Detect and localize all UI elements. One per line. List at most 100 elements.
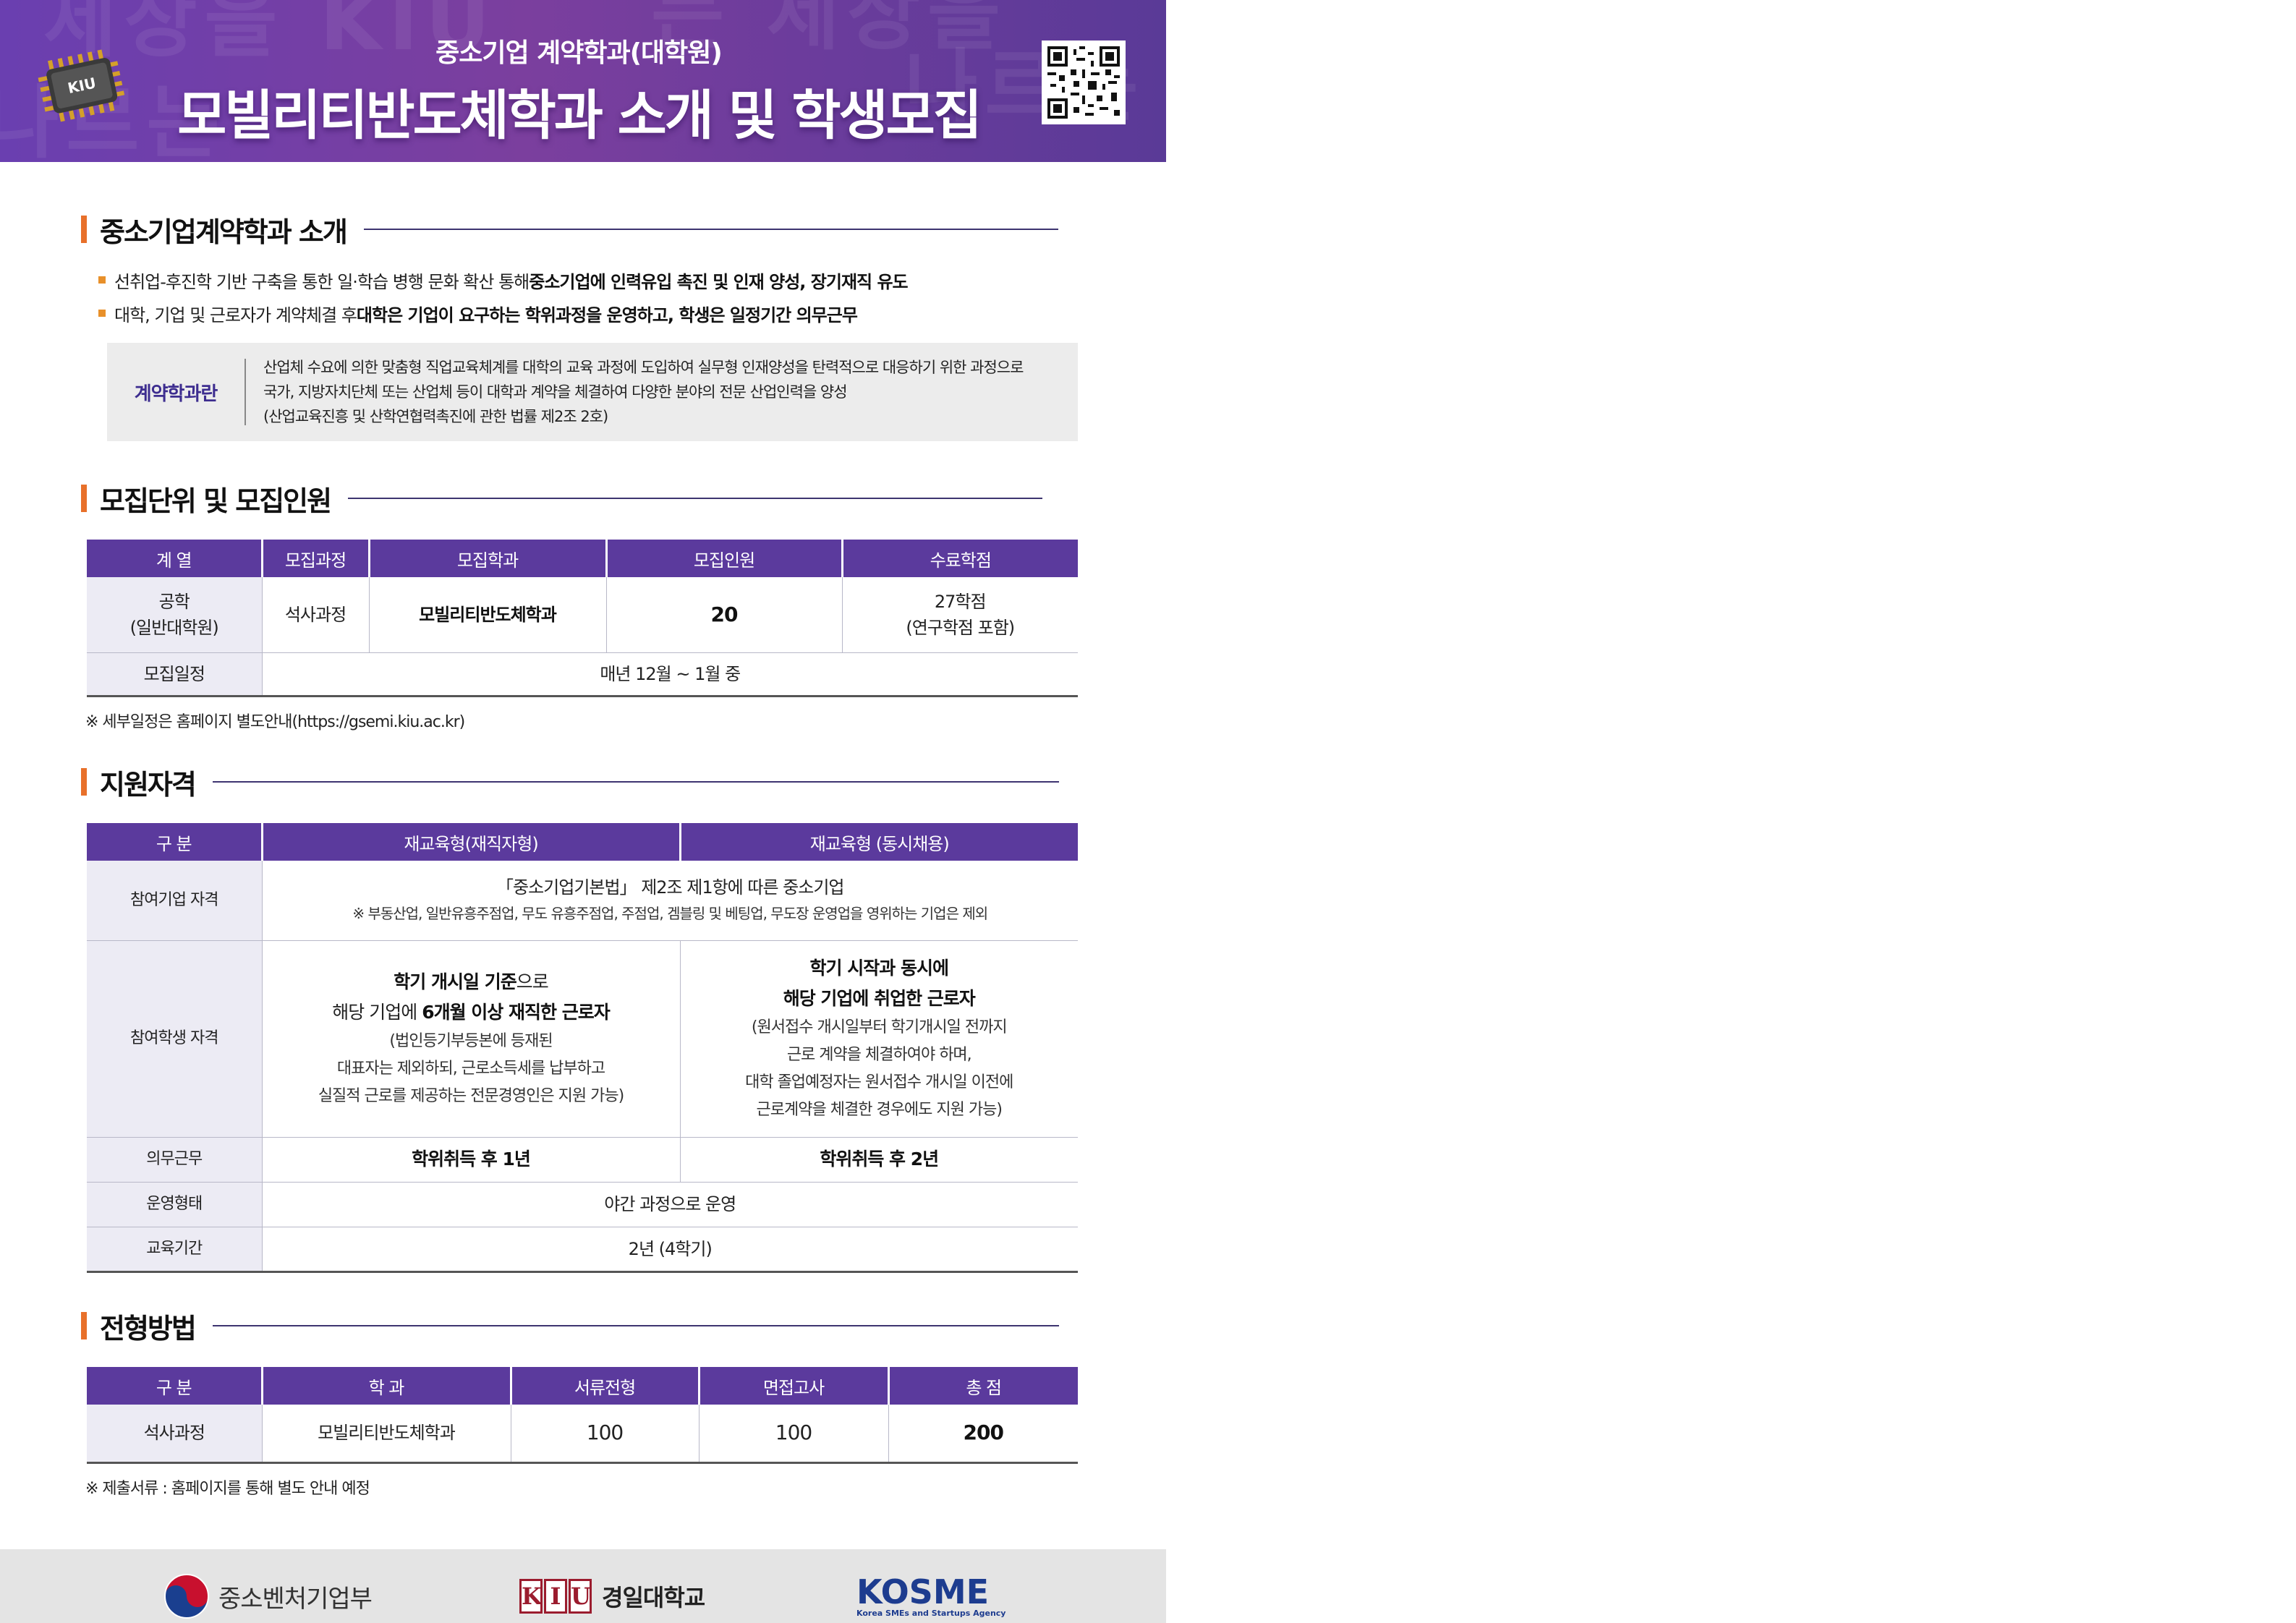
company-main-text: 「중소기업기본법」 제2조 제1항에 따른 중소기업: [496, 877, 844, 898]
operation-value-cell: 야간 과정으로 운영: [262, 1182, 1078, 1227]
definition-line: 산업체 수요에 의한 맞춤형 직업교육체계를 대학의 교육 과정에 도입하여 실…: [263, 359, 1024, 376]
section-accent-bar: [81, 485, 87, 512]
section-heading-recruit: 모집단위 및 모집인원: [81, 480, 1043, 517]
bullet-text-bold: 대학은 기업이 요구하는 학위과정을 운영하고, 학생은 일정기간 의무근무: [356, 304, 858, 325]
section-heading-qualification: 지원자격: [81, 764, 1059, 801]
credits-line: (연구학점 포함): [906, 617, 1015, 638]
table-header-cell: 모집과정: [262, 540, 370, 577]
definition-line: 국가, 지방자치단체 또는 산업체 등이 대학과 계약을 체결하여 다양한 분야…: [263, 383, 848, 401]
field-line: (일반대학원): [129, 617, 219, 638]
student-col1-line: 대표자는 제외하되, 근로소득세를 납부하고: [336, 1060, 605, 1078]
table-header-cell: 수료학점: [842, 540, 1078, 577]
student-col2-line: 근로계약을 체결한 경우에도 지원 가능): [756, 1101, 1003, 1119]
company-value-cell: 「중소기업기본법」 제2조 제1항에 따른 중소기업 ※ 부동산업, 일반유흥주…: [262, 861, 1078, 941]
kosme-wordmark: KOSME Korea SMEs and Startups Agency: [856, 1575, 1005, 1618]
student-col2-line: 해당 기업에 취업한 근로자: [783, 988, 976, 1009]
qualification-table: 구 분 재교육형(재직자형) 재교육형 (동시채용) 참여기업 자격 「중소기업…: [87, 823, 1078, 1273]
bullet-square-icon: [98, 310, 106, 317]
table-row: 공학 (일반대학원) 석사과정 모빌리티반도체학과 20 27학점 (연구학점 …: [87, 577, 1078, 653]
student-col1-line: 실질적 근로를 제공하는 전문경영인은 지원 가능): [318, 1087, 624, 1105]
credits-line: 27학점: [934, 591, 987, 612]
operation-label-cell: 운영형태: [87, 1182, 263, 1227]
kosme-logo: KOSME Korea SMEs and Startups Agency: [856, 1571, 1005, 1622]
recruit-table: 계 열 모집과정 모집학과 모집인원 수료학점 공학 (일반대학원) 석사과정 …: [87, 540, 1078, 697]
definition-line: (산업교육진흥 및 산학연협력촉진에 관한 법률 제2조 2호): [263, 408, 608, 425]
emphasis-text: 6개월 이상 재직한 근로자: [422, 1002, 611, 1023]
emphasis-text: 학기 개시일 기준: [394, 971, 516, 992]
poster: 세상을 KIU 는 세상을 나르는 나르는 KIU 중소기업 계약학과(대학원)…: [0, 0, 1166, 1623]
qr-code-icon: [1047, 46, 1120, 119]
header-banner: 세상을 KIU 는 세상을 나르는 나르는 KIU 중소기업 계약학과(대학원)…: [0, 0, 1166, 162]
student-label-cell: 참여학생 자격: [87, 940, 263, 1138]
schedule-value-cell: 매년 12월 ~ 1월 중: [262, 652, 1078, 697]
bullet-item: 선취업-후진학 기반 구축을 통한 일·학습 병행 문화 확산 통해 중소기업에…: [98, 263, 909, 297]
section-accent-bar: [81, 1312, 87, 1339]
student-col1-cell: 학기 개시일 기준으로 해당 기업에 6개월 이상 재직한 근로자 (법인등기부…: [262, 940, 681, 1138]
duty-col1-cell: 학위취득 후 1년: [262, 1137, 681, 1183]
selection-interview-score-cell: 100: [699, 1405, 889, 1464]
selection-department-cell: 모빌리티반도체학과: [262, 1405, 511, 1464]
section-divider: [348, 498, 1043, 499]
bullet-item: 대학, 기업 및 근로자가 계약체결 후 대학은 기업이 요구하는 학위과정을 …: [98, 297, 908, 330]
section-accent-bar: [81, 768, 87, 796]
table-header-cell: 재교육형(재직자형): [262, 823, 681, 861]
kiu-logo: K I U 경일대학교: [519, 1571, 705, 1622]
kosme-subtitle: Korea SMEs and Startups Agency: [856, 1608, 1006, 1618]
table-row: 운영형태 야간 과정으로 운영: [87, 1182, 1078, 1227]
table-header-cell: 총 점: [888, 1367, 1078, 1405]
ministry-logo: 중소벤처기업부: [163, 1571, 373, 1622]
selection-document-score-cell: 100: [511, 1405, 700, 1464]
recruit-note: ※ 세부일정은 홈페이지 별도안내(https://gsemi.kiu.ac.k…: [85, 713, 465, 731]
table-header-cell: 모집인원: [606, 540, 843, 577]
table-header-cell: 서류전형: [511, 1367, 700, 1405]
field-cell: 공학 (일반대학원): [87, 577, 263, 653]
normal-text: 으로: [516, 971, 549, 992]
header-subtitle: 중소기업 계약학과(대학원): [435, 38, 723, 68]
bullet-text-bold: 중소기업에 인력유입 촉진 및 인재 양성, 장기재직 유도: [529, 271, 908, 292]
selection-total-score-cell: 200: [888, 1405, 1078, 1464]
kiu-letter: U: [569, 1579, 592, 1614]
period-label-cell: 교육기간: [87, 1227, 263, 1273]
selection-course-cell: 석사과정: [87, 1405, 263, 1464]
student-col2-line: 근로 계약을 체결하여야 하며,: [786, 1046, 972, 1064]
table-header-cell: 구 분: [87, 1367, 263, 1405]
bullet-square-icon: [98, 276, 106, 284]
period-value-cell: 2년 (4학기): [262, 1227, 1078, 1273]
field-line: 공학: [158, 591, 190, 612]
credits-cell: 27학점 (연구학점 포함): [842, 577, 1078, 653]
normal-text: 해당 기업에: [332, 1002, 422, 1023]
section-heading-selection: 전형방법: [81, 1308, 1059, 1345]
definition-label: 계약학과란: [134, 383, 218, 405]
table-row: 참여학생 자격 학기 개시일 기준으로 해당 기업에 6개월 이상 재직한 근로…: [87, 940, 1078, 1138]
table-row: 의무근무 학위취득 후 1년 학위취득 후 2년: [87, 1137, 1078, 1183]
table-row: 참여기업 자격 「중소기업기본법」 제2조 제1항에 따른 중소기업 ※ 부동산…: [87, 861, 1078, 941]
course-cell: 석사과정: [262, 577, 370, 653]
section-title: 중소기업계약학과 소개: [100, 216, 348, 248]
qr-code[interactable]: [1042, 41, 1126, 124]
student-col1-line: 학기 개시일 기준으로: [263, 967, 680, 997]
student-col1-line: (법인등기부등본에 등재된: [389, 1032, 553, 1050]
kiu-emblem: K I U: [519, 1579, 593, 1614]
section-divider: [212, 781, 1059, 783]
company-label-cell: 참여기업 자격: [87, 861, 263, 941]
kosme-name: KOSME: [856, 1572, 990, 1611]
duty-label-cell: 의무근무: [87, 1137, 263, 1183]
section-title: 모집단위 및 모집인원: [100, 485, 332, 517]
kiu-letter: I: [544, 1579, 567, 1614]
bullet-text-normal: 선취업-후진학 기반 구축을 통한 일·학습 병행 문화 확산 통해: [114, 271, 530, 292]
university-name: 경일대학교: [602, 1584, 705, 1611]
duty-col2-cell: 학위취득 후 2년: [680, 1137, 1078, 1183]
ministry-name: 중소벤처기업부: [218, 1584, 373, 1614]
student-col2-line: 대학 졸업예정자는 원서접수 개시일 이전에: [745, 1073, 1013, 1091]
schedule-label-cell: 모집일정: [87, 652, 263, 697]
section-title: 전형방법: [100, 1312, 197, 1345]
definition-text: 산업체 수요에 의한 맞춤형 직업교육체계를 대학의 교육 과정에 도입하여 실…: [246, 355, 1024, 429]
student-col2-cell: 학기 시작과 동시에 해당 기업에 취업한 근로자 (원서접수 개시일부터 학기…: [680, 940, 1078, 1138]
department-cell: 모빌리티반도체학과: [369, 577, 607, 653]
kiu-letter: K: [519, 1579, 543, 1614]
section-title: 지원자격: [100, 768, 197, 801]
footer-logos: 중소벤처기업부 K I U 경일대학교 KOSME Korea SMEs and…: [0, 1549, 1166, 1623]
student-col2-line: (원서접수 개시일부터 학기개시일 전까지: [751, 1018, 1008, 1036]
table-header-cell: 모집학과: [369, 540, 608, 577]
table-header-cell: 학 과: [262, 1367, 512, 1405]
